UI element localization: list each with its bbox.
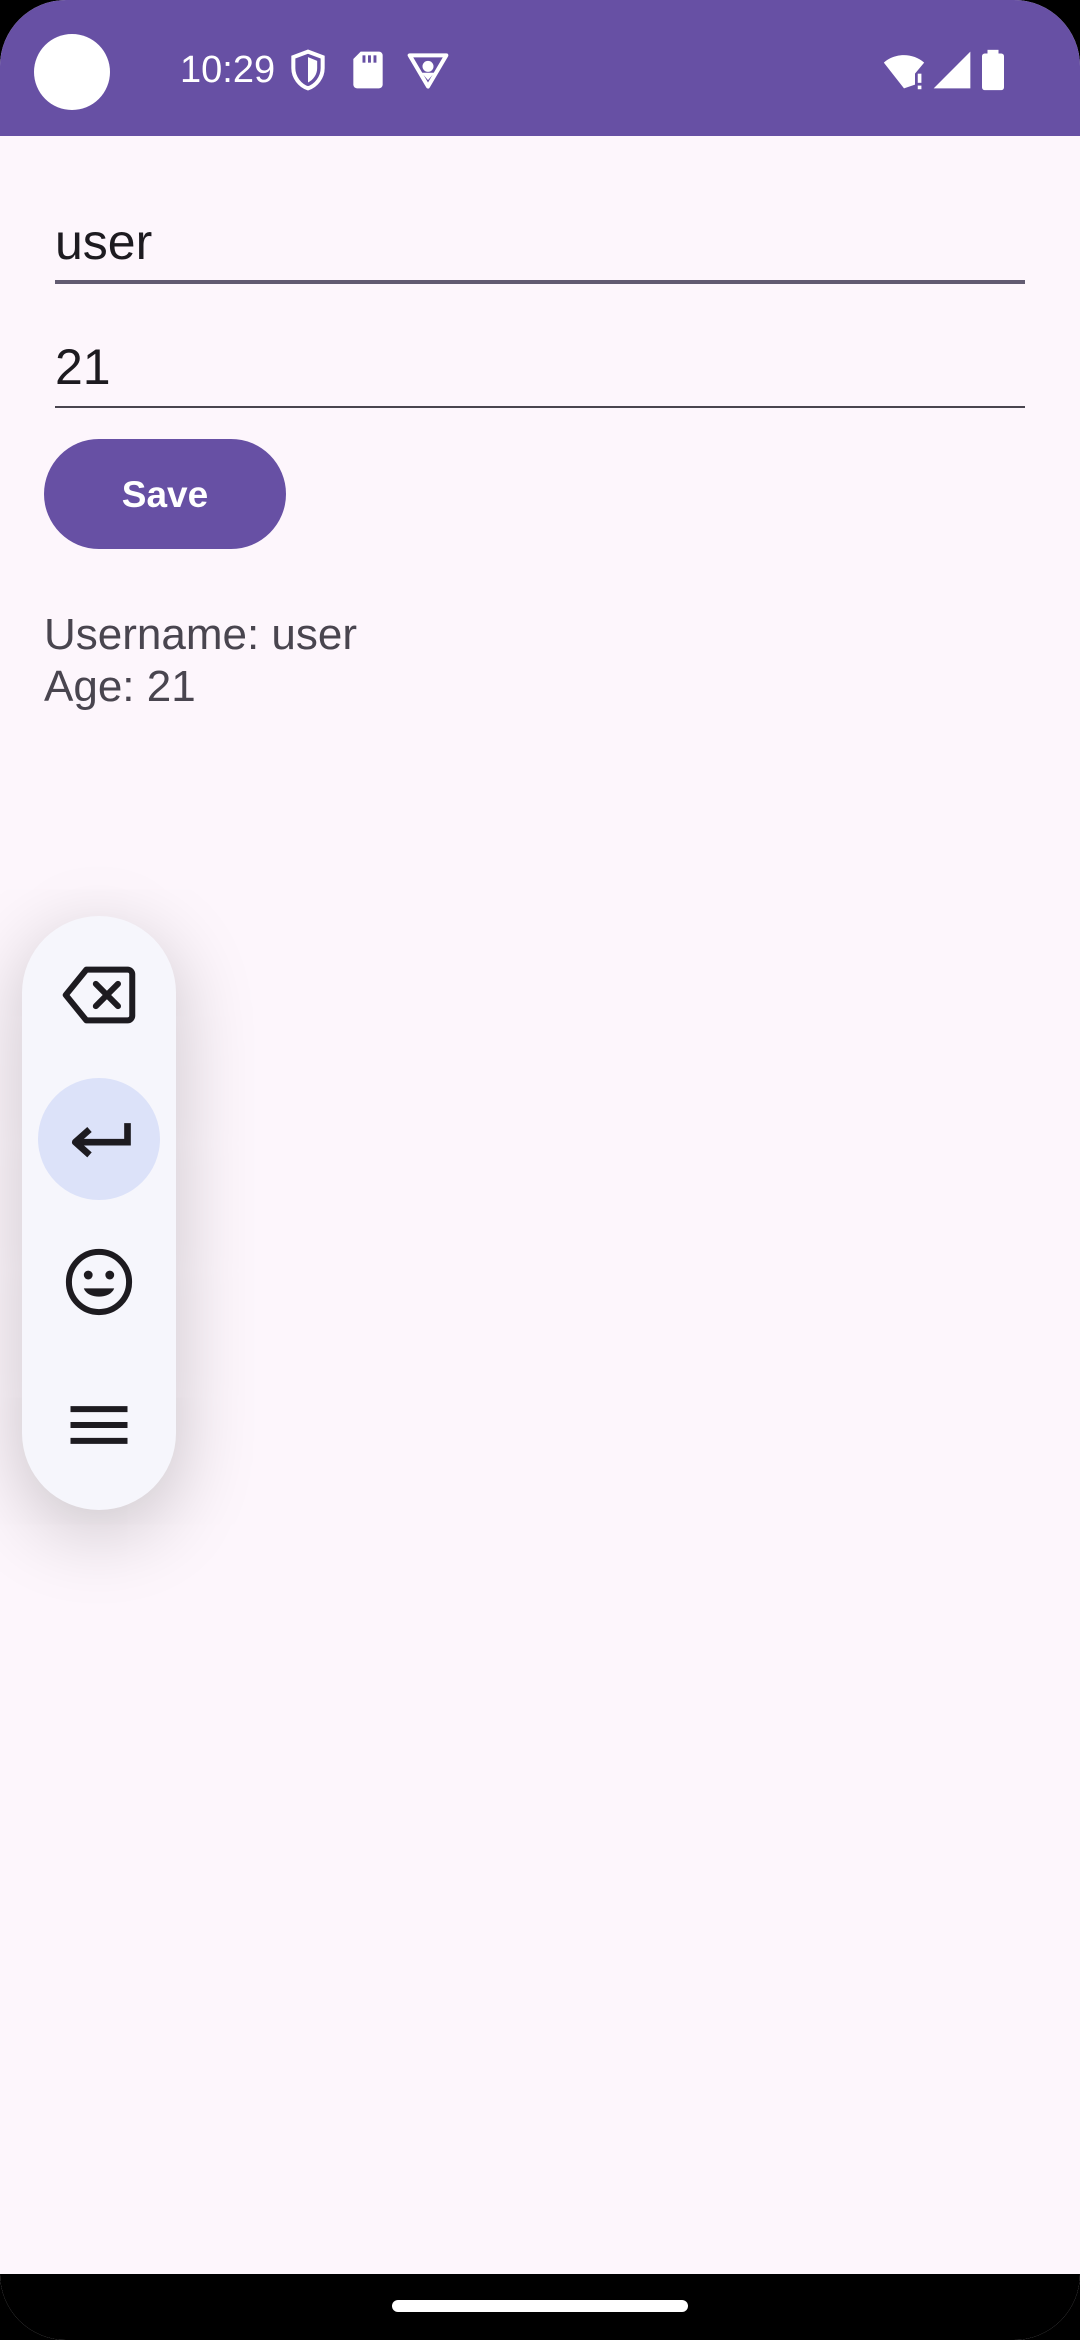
enter-icon <box>71 1123 131 1158</box>
camera-cutout <box>34 34 110 110</box>
home-gesture-handle[interactable] <box>392 2300 688 2312</box>
status-time: 10:29 <box>180 49 276 91</box>
emoji-icon <box>65 1248 133 1316</box>
menu-icon <box>70 1406 128 1444</box>
output-age: Age: 21 <box>44 662 196 711</box>
menu-button[interactable] <box>38 1364 160 1486</box>
wifi-alert-icon <box>883 55 925 90</box>
battery-icon <box>982 49 1004 91</box>
status-bar: 10:29 <box>0 0 1080 136</box>
emoji-button[interactable] <box>38 1221 160 1343</box>
floating-keyboard-toolbar <box>22 916 176 1510</box>
cell-signal-icon <box>933 51 971 89</box>
enter-button[interactable] <box>38 1078 160 1200</box>
save-button[interactable]: Save <box>44 439 286 549</box>
shield-icon <box>291 49 325 91</box>
output-username: Username: user <box>44 610 358 659</box>
sd-card-icon <box>353 51 383 89</box>
backspace-icon <box>62 966 136 1024</box>
username-input[interactable] <box>55 204 1025 284</box>
app-screen: 10:29 Save <box>0 0 1080 2340</box>
vpn-badge-icon <box>407 53 449 89</box>
backspace-button[interactable] <box>38 934 160 1056</box>
age-input[interactable] <box>55 328 1025 408</box>
